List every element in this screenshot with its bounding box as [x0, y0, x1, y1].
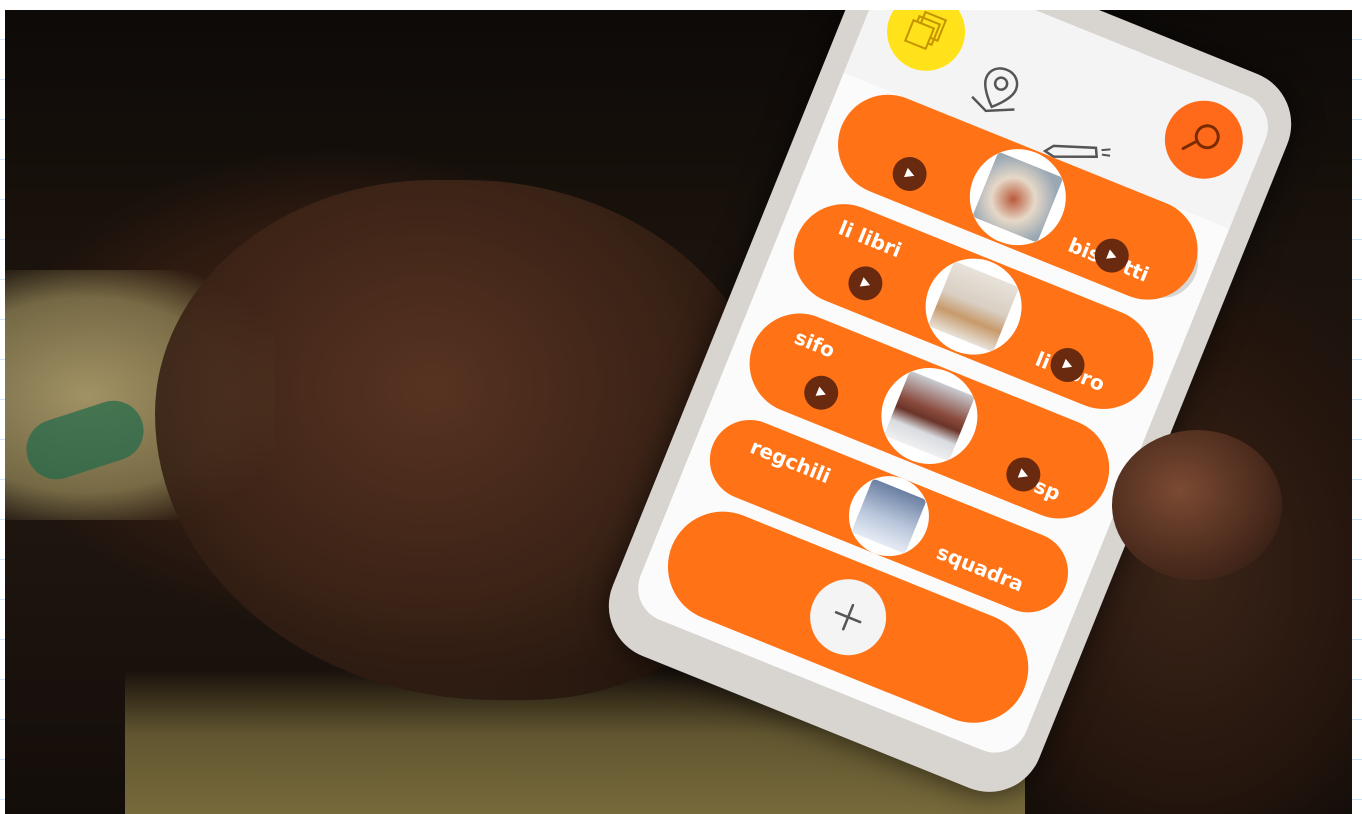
card-left-label: regchili	[746, 434, 835, 489]
card-left-label: li libri	[835, 215, 905, 263]
plus-icon	[834, 603, 862, 631]
play-icon	[904, 167, 915, 178]
app-screen: biscotti li libri li libro	[627, 10, 1279, 763]
play-icon	[1106, 249, 1117, 259]
add-button[interactable]	[798, 567, 898, 667]
search-button[interactable]	[1153, 88, 1255, 191]
play-button[interactable]	[799, 370, 844, 415]
thumb-finger	[1112, 430, 1282, 580]
play-icon	[859, 277, 871, 287]
book-photo[interactable]	[911, 244, 1037, 370]
search-icon	[1181, 124, 1220, 151]
location-button[interactable]	[959, 51, 1037, 129]
box-photo[interactable]	[866, 353, 992, 479]
ruler-photo[interactable]	[836, 464, 942, 569]
play-icon	[1061, 358, 1073, 369]
card-right-label: squadra	[933, 539, 1028, 597]
cards-button[interactable]	[875, 10, 977, 83]
play-button[interactable]	[887, 151, 932, 197]
card-left-label: sifo	[791, 324, 839, 363]
location-pin-icon	[971, 67, 1019, 113]
play-button[interactable]	[843, 261, 888, 306]
play-icon	[1017, 468, 1028, 478]
play-icon	[815, 386, 826, 396]
cards-stack-icon	[903, 10, 948, 51]
photo-scene: biscotti li libri li libro	[5, 10, 1352, 814]
